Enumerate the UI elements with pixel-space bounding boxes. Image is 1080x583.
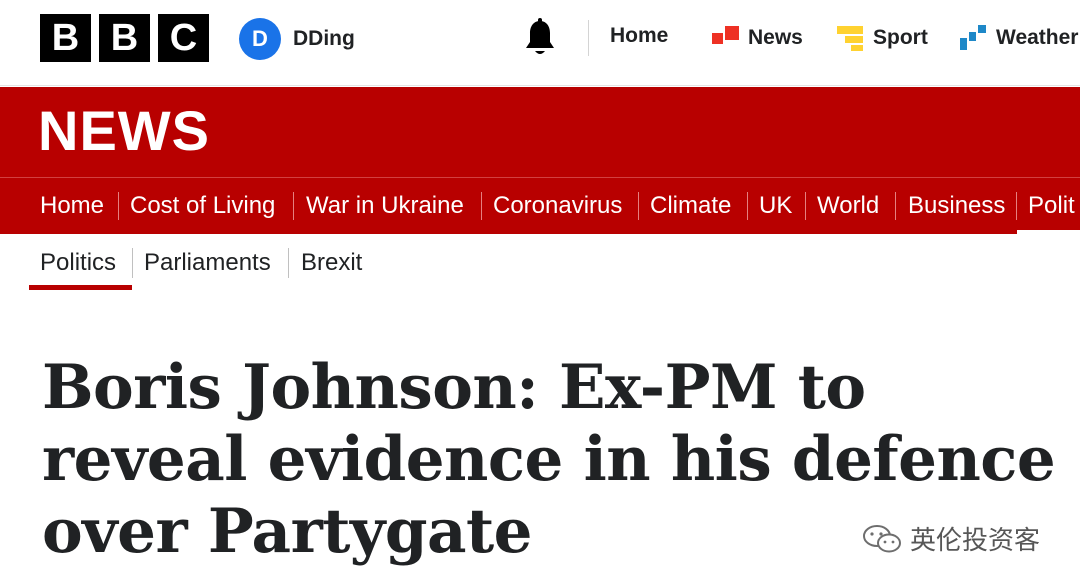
watermark: 英伦投资客 <box>862 520 1040 557</box>
divider <box>588 20 589 56</box>
account-button[interactable]: D DDing <box>239 18 355 60</box>
bbc-logo[interactable]: B B C <box>40 14 209 62</box>
watermark-text: 英伦投资客 <box>910 525 1041 555</box>
top-nav-weather-label: Weather <box>996 26 1079 49</box>
wechat-icon <box>862 524 902 554</box>
logo-block-b1: B <box>40 14 91 62</box>
sub-nav-parliaments[interactable]: Parliaments <box>144 248 271 278</box>
section-nav-world[interactable]: World <box>817 191 879 221</box>
top-nav-home[interactable]: Home <box>610 24 668 48</box>
active-subsection-indicator <box>29 285 132 290</box>
logo-block-b2: B <box>99 14 150 62</box>
top-nav-news[interactable]: News <box>712 24 803 52</box>
sub-nav-brexit[interactable]: Brexit <box>301 248 362 278</box>
sub-nav: Politics Parliaments Brexit <box>0 234 1080 294</box>
divider <box>118 192 119 220</box>
top-nav-weather[interactable]: Weather <box>960 24 1078 52</box>
section-nav-uk[interactable]: UK <box>759 191 792 221</box>
news-icon <box>712 24 740 52</box>
section-nav-war-in-ukraine[interactable]: War in Ukraine <box>306 191 464 221</box>
divider <box>747 192 748 220</box>
section-nav-politics[interactable]: Polit <box>1028 191 1075 221</box>
divider <box>895 192 896 220</box>
section-nav-business[interactable]: Business <box>908 191 1005 221</box>
section-nav-cost-of-living[interactable]: Cost of Living <box>130 191 275 221</box>
divider <box>288 248 289 278</box>
news-wordmark[interactable]: NEWS <box>38 101 210 161</box>
news-banner: NEWS <box>0 87 1080 177</box>
avatar: D <box>239 18 281 60</box>
bell-icon[interactable] <box>522 18 558 58</box>
top-nav-sport-label: Sport <box>873 26 928 49</box>
section-nav-climate[interactable]: Climate <box>650 191 731 221</box>
section-nav-home[interactable]: Home <box>40 191 104 221</box>
masthead: B B C D DDing Home News Sport Weather <box>0 0 1080 86</box>
divider <box>132 248 133 278</box>
top-nav-news-label: News <box>748 26 803 49</box>
divider <box>293 192 294 220</box>
section-nav-coronavirus[interactable]: Coronavirus <box>493 191 622 221</box>
sport-icon <box>837 24 865 52</box>
top-nav-sport[interactable]: Sport <box>837 24 928 52</box>
logo-block-c: C <box>158 14 209 62</box>
weather-icon <box>960 24 988 52</box>
sub-nav-politics[interactable]: Politics <box>40 248 116 278</box>
divider <box>638 192 639 220</box>
divider <box>481 192 482 220</box>
divider <box>1016 192 1017 220</box>
divider <box>805 192 806 220</box>
account-name: DDing <box>293 27 355 50</box>
top-nav-home-label: Home <box>610 24 669 47</box>
section-nav: Home Cost of Living War in Ukraine Coron… <box>0 177 1080 234</box>
